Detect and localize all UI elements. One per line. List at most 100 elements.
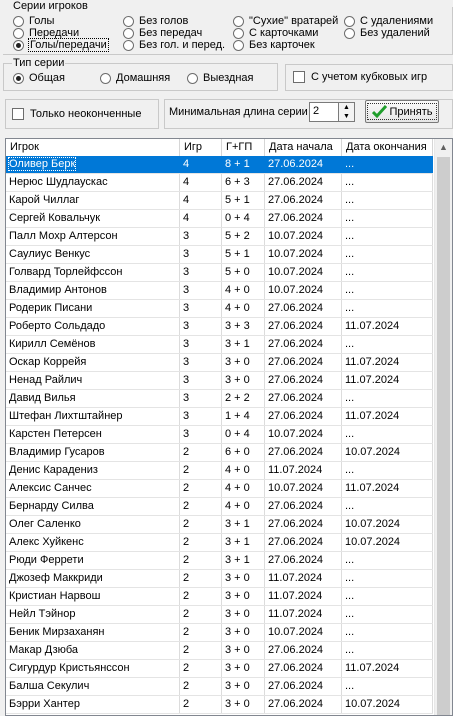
column-header-games[interactable]: Игр — [180, 139, 222, 156]
checkmark-icon — [371, 105, 387, 118]
vertical-scrollbar[interactable]: ▲ — [434, 139, 452, 715]
series-type-title: Тип серии — [12, 57, 66, 69]
table-row[interactable]: Бэрри Хантер 2 3 + 0 27.06.2024 10.07.2024 — [6, 696, 433, 714]
table-row[interactable]: Беник Мирзаханян 2 3 + 0 10.07.2024... — [6, 624, 433, 642]
cell-goals-assists: 4 + 0 — [222, 462, 265, 479]
table-row[interactable]: Ненад Райлич 3 3 + 0 27.06.2024 11.07.2024 — [6, 372, 433, 390]
accept-button[interactable]: Принять — [365, 100, 439, 123]
cell-text: 2 — [183, 680, 190, 692]
radio-indicator-selected — [13, 72, 24, 84]
table-row[interactable]: Сергей Ковальчук 4 0 + 4 27.06.2024... — [6, 210, 433, 228]
cell-start-date: 27.06.2024 — [265, 372, 342, 389]
cell-text: ... — [345, 554, 355, 566]
cell-text: 3 + 1 — [225, 338, 250, 350]
cup-games-checkbox[interactable]: С учетом кубковых игр — [293, 70, 427, 84]
table-row[interactable]: Джозеф Маккриди 2 3 + 0 11.07.2024... — [6, 570, 433, 588]
radio-indicator — [123, 27, 134, 39]
scrollbar-thumb[interactable] — [437, 157, 450, 715]
cell-text: 4 — [183, 194, 190, 206]
cell-start-date: 27.06.2024 — [265, 354, 342, 371]
unfinished-checkbox[interactable]: Только неоконченные — [12, 107, 141, 121]
cell-text: Кристиан Нарвош — [9, 590, 101, 602]
radio-type-home[interactable]: Домашняя — [100, 71, 170, 85]
table-row[interactable]: Карстен Петерсен 3 0 + 4 10.07.2024... — [6, 426, 433, 444]
table-row[interactable]: Олег Саленко 2 3 + 1 27.06.2024 10.07.2024 — [6, 516, 433, 534]
table-row[interactable]: Алексис Санчес 2 4 + 0 10.07.2024 11.07.2024 — [6, 480, 433, 498]
cell-player: Бэрри Хантер — [6, 696, 180, 713]
table-row[interactable]: Штефан Лихтштайнер 3 1 + 4 27.06.2024 11.07.… — [6, 408, 433, 426]
radio-type-overall[interactable]: Общая — [13, 71, 65, 85]
cell-text: Карой Чиллаг — [9, 194, 80, 206]
table-row[interactable]: Оскар Коррейя 3 3 + 0 27.06.2024 11.07.2024 — [6, 354, 433, 372]
table-row[interactable]: Нейл Тэйнор 2 3 + 0 11.07.2024... — [6, 606, 433, 624]
cell-player: Владимир Гусаров — [6, 444, 180, 461]
table-row[interactable]: Нерюс Шудлаускас 4 6 + 3 27.06.2024... — [6, 174, 433, 192]
cell-text: 3 + 0 — [225, 374, 250, 386]
table-row[interactable]: Денис Карадениз 2 4 + 0 11.07.2024... — [6, 462, 433, 480]
radio-type-away[interactable]: Выездная — [187, 71, 254, 85]
radio-series-no-cards[interactable]: Без карточек — [233, 38, 315, 52]
spinner-up-icon[interactable]: ▲ — [339, 103, 354, 112]
table-row[interactable]: Макар Дзюба 2 3 + 0 27.06.2024... — [6, 642, 433, 660]
spinner-down-icon[interactable]: ▼ — [339, 112, 354, 121]
table-row[interactable]: Владимир Антонов 3 4 + 0 10.07.2024... — [6, 282, 433, 300]
table-row[interactable]: Оливер Берк 4 8 + 1 27.06.2024... — [6, 156, 433, 174]
table-row[interactable]: Родерик Писани 3 4 + 0 27.06.2024... — [6, 300, 433, 318]
accept-button-focus: Принять — [366, 103, 438, 120]
cell-goals-assists: 5 + 0 — [222, 264, 265, 281]
cell-player: Сергей Ковальчук — [6, 210, 180, 227]
cell-text: Алексис Санчес — [9, 482, 92, 494]
cell-end-date: ... — [342, 174, 433, 191]
cell-text: 11.07.2024 — [345, 356, 400, 368]
table-row[interactable]: Давид Вилья 3 2 + 2 27.06.2024... — [6, 390, 433, 408]
table-row[interactable]: Карой Чиллаг 4 5 + 1 27.06.2024... — [6, 192, 433, 210]
cell-text: 10.07.2024 — [268, 248, 324, 260]
cell-text: 10.07.2024 — [345, 536, 401, 548]
table-row[interactable]: Сигурдур Кристьянссон 2 3 + 0 27.06.2024 11.… — [6, 660, 433, 678]
cell-games: 2 — [180, 516, 222, 533]
cell-text: ... — [345, 338, 355, 350]
spinner-buttons[interactable]: ▲ ▼ — [338, 103, 354, 121]
column-header-goals-assists[interactable]: Г+ГП — [222, 139, 265, 156]
radio-series-no-goals-assists[interactable]: Без гол. и перед. — [123, 38, 225, 52]
table-row[interactable]: Рюди Феррети 2 3 + 1 27.06.2024... — [6, 552, 433, 570]
table-row[interactable]: Алекс Хуйкенс 2 3 + 1 27.06.2024 10.07.2024 — [6, 534, 433, 552]
cell-end-date: ... — [342, 498, 433, 515]
table-row[interactable]: Роберто Сольдадо 3 3 + 3 27.06.2024 11.07.20… — [6, 318, 433, 336]
cell-games: 4 — [180, 210, 222, 227]
cell-start-date: 10.07.2024 — [265, 624, 342, 641]
cell-text: ... — [345, 266, 355, 278]
column-header-start-date[interactable]: Дата начала — [265, 139, 342, 156]
radio-series-goals-assists[interactable]: Голы/передачи — [13, 38, 109, 52]
radio-series-no-sendoffs[interactable]: Без удалений — [344, 26, 430, 40]
table-row[interactable]: Голвард Торлейфссон 3 5 + 0 10.07.2024... — [6, 264, 433, 282]
min-length-spinner[interactable]: 2 ▲ ▼ — [309, 102, 355, 122]
cell-end-date: 11.07.2024 — [342, 372, 433, 389]
cell-text: 27.06.2024 — [268, 302, 324, 314]
table-row[interactable]: Бернарду Силва 2 4 + 0 27.06.2024... — [6, 498, 433, 516]
table-row[interactable]: Саулиус Венкус 3 5 + 1 10.07.2024... — [6, 246, 433, 264]
scroll-up-icon[interactable]: ▲ — [435, 139, 452, 156]
table-row[interactable]: Владимир Гусаров 2 6 + 0 27.06.2024 10.07.20… — [6, 444, 433, 462]
table-row[interactable]: Кирилл Семёнов 3 3 + 1 27.06.2024... — [6, 336, 433, 354]
cell-end-date: ... — [342, 246, 433, 263]
cell-text: 3 — [183, 338, 190, 350]
table-row[interactable]: Балша Секулич 2 3 + 0 27.06.2024... — [6, 678, 433, 696]
cell-end-date: ... — [342, 300, 433, 317]
table-row[interactable]: Палл Мохр Алтерсон 3 5 + 2 10.07.2024... — [6, 228, 433, 246]
cell-text: ... — [345, 428, 355, 440]
cell-player: Нерюс Шудлаускас — [6, 174, 180, 191]
results-table[interactable]: Игрок Игр Г+ГП Дата начала Дата окончани… — [5, 138, 453, 716]
table-row[interactable]: Кристиан Нарвош 2 3 + 0 11.07.2024... — [6, 588, 433, 606]
cell-text: Бернарду Силва — [9, 500, 94, 512]
cell-text: ... — [345, 176, 355, 188]
cell-player: Палл Мохр Алтерсон — [6, 228, 180, 245]
cell-text: Кирилл Семёнов — [9, 338, 96, 350]
cell-games: 2 — [180, 642, 222, 659]
series-group-title: Серии игроков — [12, 0, 89, 12]
cell-games: 4 — [180, 156, 222, 173]
column-header-player[interactable]: Игрок — [6, 139, 180, 156]
radio-indicator — [233, 39, 244, 51]
cell-text: ... — [345, 680, 355, 692]
column-header-end-date[interactable]: Дата окончания — [342, 139, 433, 156]
